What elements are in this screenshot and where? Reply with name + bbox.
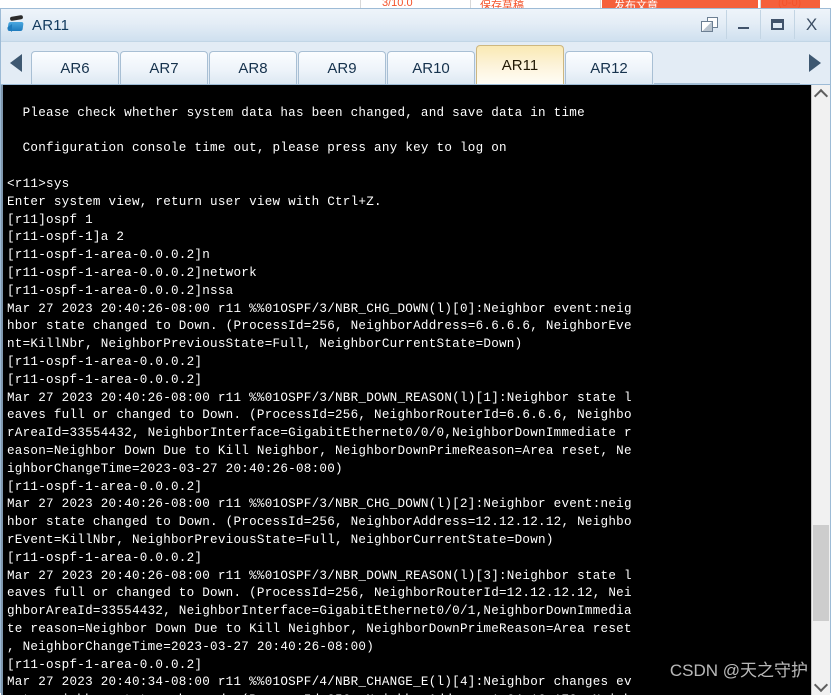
console-line: [r11-ospf-1-area-0.0.0.2]network (7, 265, 257, 280)
window-titlebar: AR11 X (1, 9, 830, 42)
vertical-scrollbar[interactable] (811, 85, 830, 695)
tab-list: AR6 AR7 AR8 AR9 AR10 AR11 AR12 (31, 42, 800, 84)
scroll-up-button[interactable] (812, 85, 830, 103)
console-line: [r11]ospf 1 (7, 212, 93, 227)
tab-ar6[interactable]: AR6 (31, 51, 119, 84)
restore-button[interactable] (692, 10, 726, 39)
console-line: hbor state changed to Down. (ProcessId=2… (7, 319, 632, 334)
triangle-left-icon (10, 54, 22, 72)
tab-ar8[interactable]: AR8 (209, 51, 297, 84)
console-line: [r11-ospf-1-area-0.0.0.2]n (7, 248, 211, 263)
tab-scroll-right-button[interactable] (800, 42, 830, 84)
tab-ar12[interactable]: AR12 (565, 51, 653, 84)
console-line: Mar 27 2023 20:40:26-08:00 r11 %%01OSPF/… (7, 301, 632, 316)
window-title: AR11 (32, 16, 70, 34)
console-line: te reason=Neighbor Down Due to Kill Neig… (7, 621, 632, 636)
minimize-button[interactable] (726, 10, 760, 39)
scrollbar-thumb[interactable] (813, 525, 829, 621)
tab-ar11[interactable]: AR11 (476, 45, 564, 84)
console-line: , NeighborChangeTime=2023-03-27 20:40:26… (7, 639, 375, 654)
console-line: hbor state changed to Down. (ProcessId=2… (7, 515, 632, 530)
console-line: eason=Neighbor Down Due to Kill Neighbor… (7, 443, 632, 458)
console-line: [r11-ospf-1-area-0.0.0.2] (7, 479, 203, 494)
console-line: eaves full or changed to Down. (ProcessI… (7, 408, 632, 423)
console-line: rEvent=KillNbr, NeighborPreviousState=Fu… (7, 532, 554, 547)
tab-ar9[interactable]: AR9 (298, 51, 386, 84)
console-line: Enter system view, return user view with… (7, 194, 382, 209)
maximize-icon (771, 19, 784, 30)
restore-icon (700, 17, 718, 32)
terminal-area: Please check whether system data has bee… (1, 85, 830, 695)
console-line: Mar 27 2023 20:40:34-08:00 r11 %%01OSPF/… (7, 675, 632, 690)
device-tabbar: AR6 AR7 AR8 AR9 AR10 AR11 AR12 (1, 42, 830, 85)
console-line: Mar 27 2023 20:40:26-08:00 r11 %%01OSPF/… (7, 568, 632, 583)
console-line: eaves full or changed to Down. (ProcessI… (7, 586, 632, 601)
console-line: [r11-ospf-1-area-0.0.0.2] (7, 657, 203, 672)
console-line: [r11-ospf-1-area-0.0.0.2] (7, 372, 203, 387)
triangle-right-icon (809, 54, 821, 72)
console-output[interactable]: Please check whether system data has bee… (7, 85, 811, 695)
tab-scroll-left-button[interactable] (1, 42, 31, 84)
console-line: ighborChangeTime=2023-03-27 20:40:26-08:… (7, 461, 343, 476)
maximize-button[interactable] (760, 10, 794, 39)
window-controls: X (692, 10, 828, 39)
console-line: ghborAreaId=33554432, NeighborInterface=… (7, 604, 632, 619)
console-line: <r11>sys (7, 176, 70, 191)
console-line: Mar 27 2023 20:40:26-08:00 r11 %%01OSPF/… (7, 390, 632, 405)
router-icon (6, 14, 28, 36)
router-cli-window: AR11 X AR6 AR7 AR8 AR9 AR10 AR11 AR12 Pl… (0, 8, 831, 695)
close-button[interactable]: X (794, 10, 828, 39)
console-line: [r11-ospf-1]a 2 (7, 230, 125, 245)
tab-ar10[interactable]: AR10 (387, 51, 475, 84)
console-line: Please check whether system data has bee… (7, 105, 585, 120)
console-line: Configuration console time out, please p… (7, 141, 507, 156)
chevron-down-icon (813, 677, 829, 692)
chevron-up-icon (813, 88, 829, 103)
console-line: [r11-ospf-1-area-0.0.0.2] (7, 550, 203, 565)
minimize-icon (738, 27, 749, 29)
console-line: [r11-ospf-1-area-0.0.0.2]nssa (7, 283, 234, 298)
console-line: nt=KillNbr, NeighborPreviousState=Full, … (7, 337, 523, 352)
console-line: [r11-ospf-1-area-0.0.0.2] (7, 354, 203, 369)
close-icon: X (805, 15, 818, 34)
scroll-down-button[interactable] (812, 677, 830, 695)
console-line: Mar 27 2023 20:40:26-08:00 r11 %%01OSPF/… (7, 497, 632, 512)
tab-ar7[interactable]: AR7 (120, 51, 208, 84)
tabbar-filler (654, 50, 800, 84)
console-line: rAreaId=33554432, NeighborInterface=Giga… (7, 426, 632, 441)
